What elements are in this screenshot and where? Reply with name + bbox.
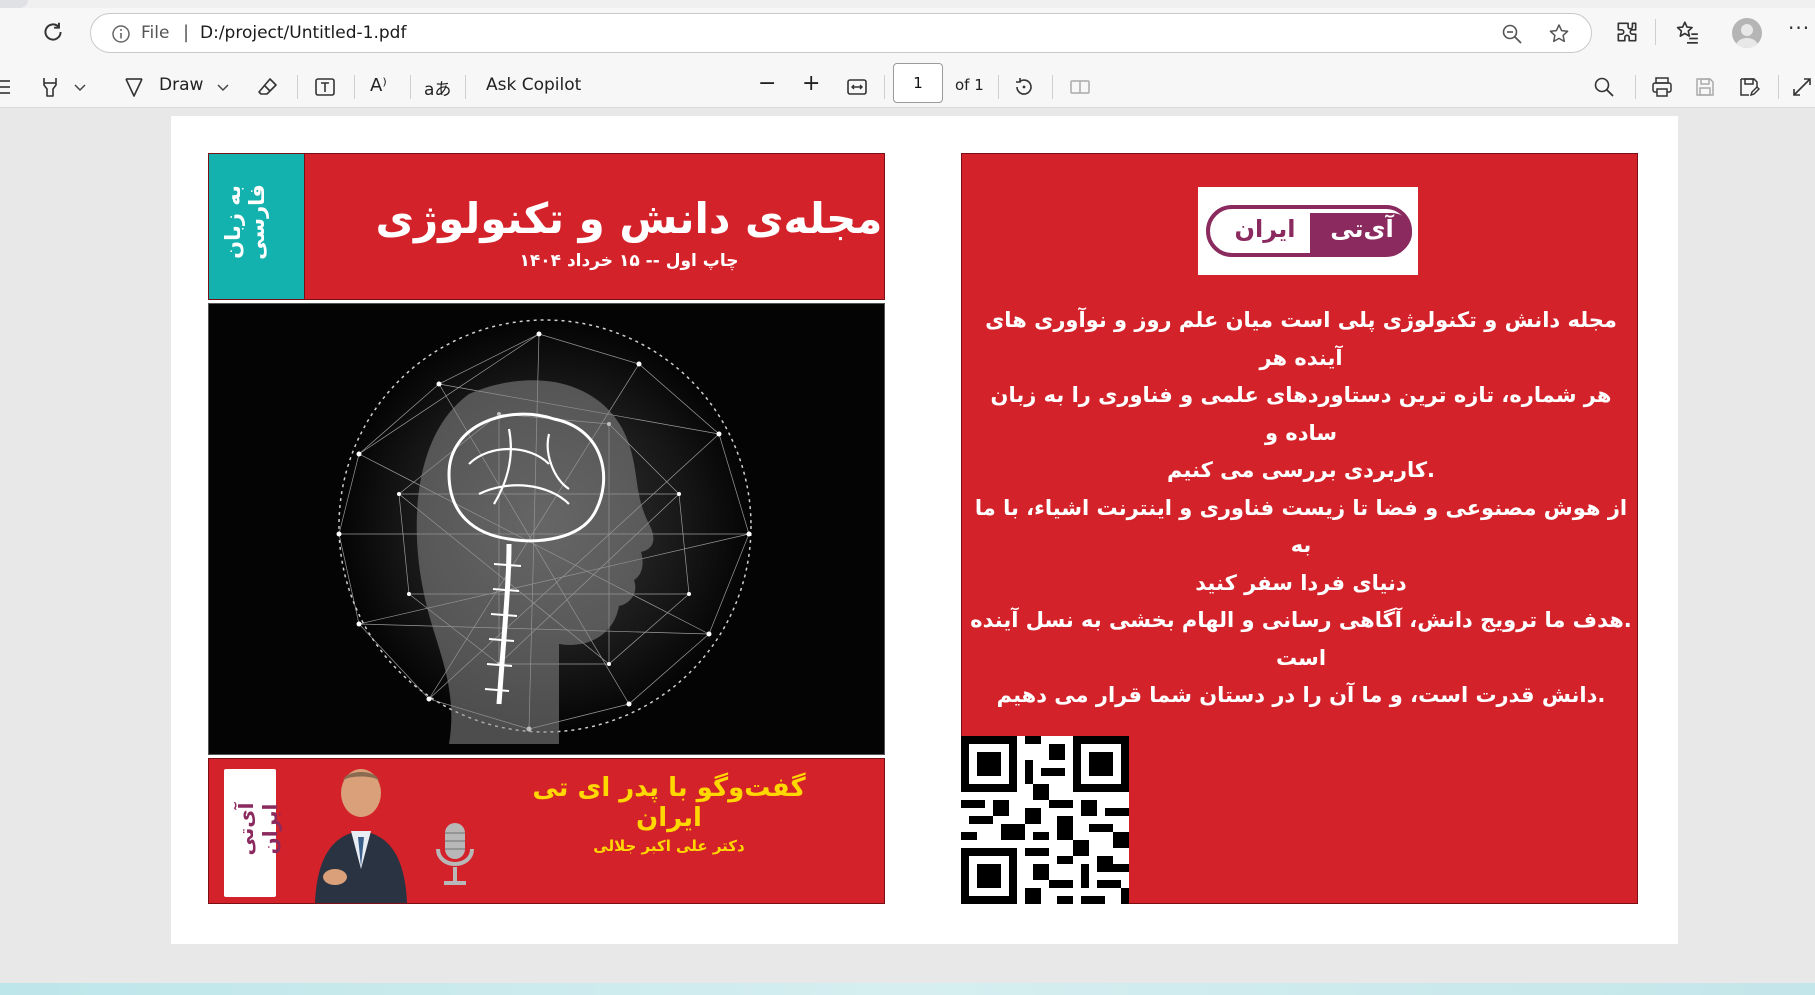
magazine-title: مجله‌ی دانش و تکنولوژی bbox=[375, 194, 883, 243]
microphone-icon bbox=[436, 823, 474, 885]
zoom-out-button[interactable]: − bbox=[758, 71, 776, 96]
extensions-icon[interactable] bbox=[1614, 19, 1640, 45]
profile-avatar[interactable] bbox=[1732, 18, 1762, 48]
toolbar-divider bbox=[354, 75, 355, 99]
brand-logo-pill: آی‌تی ایران bbox=[1206, 205, 1412, 257]
active-tab-edge[interactable] bbox=[0, 0, 28, 8]
toolbar-divider bbox=[297, 75, 298, 99]
back-cover: آی‌تی ایران مجله دانش و تکنولوژی پلی است… bbox=[961, 153, 1638, 904]
cover-photo bbox=[208, 303, 885, 755]
description-line: مجله دانش و تکنولوژی پلی است میان علم رو… bbox=[985, 308, 1617, 370]
magazine-subtitle: چاپ اول -- ۱۵ خرداد ۱۴۰۴ bbox=[519, 251, 739, 271]
fit-to-width-icon[interactable] bbox=[845, 75, 869, 99]
search-icon[interactable] bbox=[1592, 75, 1616, 99]
draw-icon[interactable] bbox=[122, 75, 146, 99]
interview-banner: آی‌تی ایران گفت‌وگو با پدر ای تی ایران د… bbox=[208, 758, 885, 904]
info-icon[interactable] bbox=[111, 24, 131, 44]
highlight-dropdown-chevron-icon[interactable] bbox=[72, 75, 88, 99]
expand-icon[interactable] bbox=[1790, 75, 1814, 99]
favorites-icon[interactable] bbox=[1674, 19, 1700, 45]
description-line: دنیای فردا سفر کنید bbox=[1195, 570, 1407, 595]
description-line: .هدف ما ترویج دانش، آگاهی رسانی و الهام … bbox=[970, 608, 1632, 670]
toolbar-divider bbox=[465, 75, 466, 99]
description-line: .کاربردی بررسی می کنیم bbox=[1166, 458, 1436, 482]
address-bar[interactable]: File | D:/project/Untitled-1.pdf bbox=[90, 13, 1592, 53]
cover-header: مجله‌ی دانش و تکنولوژی چاپ اول -- ۱۵ خرد… bbox=[208, 153, 885, 300]
language-band: به زبان فارسی bbox=[208, 153, 305, 300]
draw-button[interactable]: Draw bbox=[159, 75, 203, 95]
interview-subtitle: دکتر علی اکبر جلالی bbox=[593, 837, 745, 855]
print-icon[interactable] bbox=[1650, 75, 1674, 99]
description-line: از هوش مصنوعی و فضا تا زیست فناوری و این… bbox=[974, 495, 1628, 558]
url-scheme: File bbox=[141, 23, 170, 43]
draw-dropdown-chevron-icon[interactable] bbox=[215, 75, 231, 99]
translate-button[interactable]: aあ bbox=[424, 75, 451, 100]
add-text-icon[interactable] bbox=[313, 75, 337, 99]
favorite-star-icon[interactable] bbox=[1547, 22, 1571, 46]
ai-head-illustration bbox=[336, 319, 752, 744]
description-line: .دانش قدرت است، و ما آن را در دستان شما … bbox=[996, 683, 1606, 707]
contents-menu-icon[interactable] bbox=[0, 75, 14, 99]
toolbar-divider bbox=[1778, 75, 1779, 99]
toolbar-divider bbox=[884, 75, 885, 99]
profile-avatar-icon bbox=[1736, 24, 1758, 48]
footer-logo-text: آی‌تی ایران bbox=[234, 802, 282, 856]
toolbar-divider bbox=[1655, 19, 1656, 45]
tab-strip bbox=[0, 0, 1815, 8]
page-view-icon[interactable] bbox=[1068, 75, 1092, 99]
interview-title: گفت‌وگو با پدر ای تی ایران bbox=[532, 773, 806, 833]
toolbar-divider bbox=[1052, 75, 1053, 99]
taskbar-edge bbox=[0, 983, 1815, 995]
brand-logo-text-plain: ایران bbox=[1234, 215, 1296, 243]
read-aloud-button[interactable]: A⁾ bbox=[370, 75, 387, 96]
zoom-in-button[interactable]: + bbox=[802, 71, 820, 96]
brand-logo-text-colored: آی‌تی bbox=[1330, 215, 1394, 243]
description-line: هر شماره، تازه ترین دستاوردهای علمی و فن… bbox=[990, 383, 1612, 445]
language-band-text: به زبان فارسی bbox=[221, 184, 269, 260]
rotate-icon[interactable] bbox=[1012, 75, 1036, 99]
save-as-icon[interactable] bbox=[1737, 75, 1761, 99]
toolbar-divider bbox=[998, 75, 999, 99]
more-menu-button[interactable]: ··· bbox=[1788, 16, 1810, 40]
toolbar-divider bbox=[410, 75, 411, 99]
brand-logo: آی‌تی ایران bbox=[1198, 187, 1418, 275]
page-total: of 1 bbox=[955, 76, 984, 94]
zoom-icon[interactable] bbox=[1501, 23, 1523, 45]
url-text[interactable]: D:/project/Untitled-1.pdf bbox=[200, 23, 406, 43]
page-number-input[interactable] bbox=[893, 63, 943, 103]
address-bar-row: File | D:/project/Untitled-1.pdf ··· bbox=[0, 8, 1815, 66]
save-icon[interactable] bbox=[1693, 75, 1717, 99]
interviewee-photo bbox=[315, 769, 407, 903]
pdf-page: مجله‌ی دانش و تکنولوژی چاپ اول -- ۱۵ خرد… bbox=[171, 116, 1678, 944]
toolbar-divider bbox=[1635, 75, 1636, 99]
eraser-icon[interactable] bbox=[256, 75, 280, 99]
footer-brand-logo: آی‌تی ایران bbox=[224, 769, 282, 897]
reload-icon[interactable] bbox=[40, 19, 66, 45]
highlight-icon[interactable] bbox=[38, 75, 62, 99]
magazine-description: مجله دانش و تکنولوژی پلی است میان علم رو… bbox=[970, 302, 1632, 715]
url-separator: | bbox=[183, 22, 190, 43]
qr-code bbox=[961, 736, 1129, 904]
ask-copilot-button[interactable]: Ask Copilot bbox=[486, 75, 581, 95]
